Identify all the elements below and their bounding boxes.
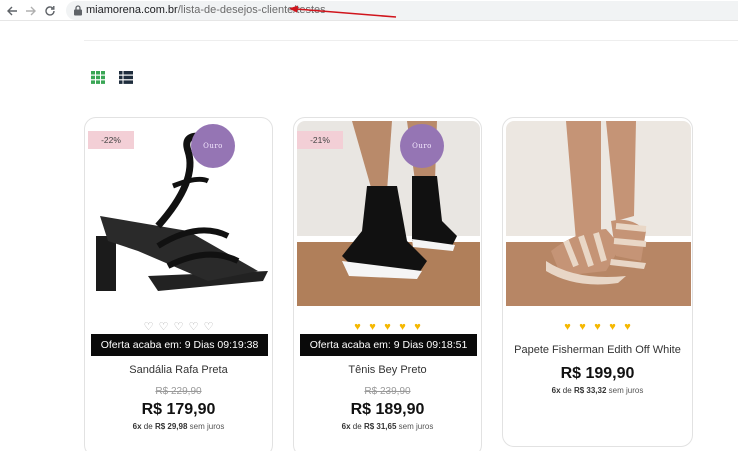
grid-icon[interactable] — [91, 71, 105, 84]
papete-image-icon — [506, 121, 691, 306]
lock-icon — [74, 5, 82, 16]
star-empty-icon: ♡ — [173, 321, 184, 333]
offer-countdown: Oferta acaba em: 9 Dias 09:18:51 — [300, 334, 477, 356]
product-card[interactable]: -22% Ouro ♡ ♡ ♡ ♡ ♡ Oferta acaba em: 9 D… — [84, 117, 273, 451]
star-icon: ♥ — [609, 321, 616, 333]
star-icon: ♥ — [564, 321, 571, 333]
rating-stars: ♥ ♥ ♥ ♥ ♥ — [503, 322, 692, 333]
discount-badge: -21% — [297, 131, 343, 149]
product-card[interactable]: -21% Ouro ♥ ♥ ♥ ♥ ♥ Oferta acaba em: 9 D… — [293, 117, 482, 451]
browser-toolbar: miamorena.com.br/lista-de-desejos-client… — [0, 0, 738, 21]
star-icon: ♥ — [594, 321, 601, 333]
back-arrow-icon[interactable] — [4, 3, 20, 19]
star-icon: ♥ — [399, 321, 406, 333]
list-icon[interactable] — [119, 71, 133, 84]
reload-icon[interactable] — [42, 3, 58, 19]
brand-logo: Ouro — [191, 124, 235, 168]
installments: 6x de R$ 31,65 sem juros — [341, 422, 434, 431]
rating-stars: ♥ ♥ ♥ ♥ ♥ — [294, 322, 481, 333]
divider — [84, 40, 738, 41]
address-bar[interactable]: miamorena.com.br/lista-de-desejos-client… — [66, 1, 738, 20]
product-card[interactable]: ♥ ♥ ♥ ♥ ♥ Papete Fisherman Edith Off Whi… — [502, 117, 693, 447]
star-icon: ♥ — [369, 321, 376, 333]
discount-badge: -22% — [88, 131, 134, 149]
star-icon: ♥ — [579, 321, 586, 333]
old-price: R$ 229,90 — [155, 386, 202, 397]
brand-logo: Ouro — [400, 124, 444, 168]
star-icon: ♥ — [384, 321, 391, 333]
star-empty-icon: ♡ — [143, 321, 154, 333]
rating-stars: ♡ ♡ ♡ ♡ ♡ — [85, 322, 272, 333]
offer-countdown: Oferta acaba em: 9 Dias 09:19:38 — [91, 334, 268, 356]
product-name[interactable]: Papete Fisherman Edith Off White — [503, 344, 692, 356]
old-price: R$ 239,90 — [364, 386, 411, 397]
product-image[interactable] — [506, 121, 691, 306]
forward-arrow-icon[interactable] — [23, 3, 39, 19]
star-icon: ♥ — [624, 321, 631, 333]
star-empty-icon: ♡ — [188, 321, 199, 333]
product-name[interactable]: Sandália Rafa Preta — [85, 364, 272, 376]
star-icon: ♥ — [354, 321, 361, 333]
product-price: R$ 179,90 — [141, 401, 216, 418]
product-price: R$ 189,90 — [350, 401, 425, 418]
installments: 6x de R$ 29,98 sem juros — [132, 422, 225, 431]
product-name[interactable]: Tênis Bey Preto — [294, 364, 481, 376]
installments: 6x de R$ 33,32 sem juros — [551, 386, 644, 395]
product-price: R$ 199,90 — [560, 365, 635, 382]
star-empty-icon: ♡ — [158, 321, 169, 333]
star-icon: ♥ — [414, 321, 421, 333]
star-empty-icon: ♡ — [203, 321, 214, 333]
url-domain: miamorena.com.br — [86, 4, 178, 16]
annotation-arrow-icon — [289, 5, 397, 18]
